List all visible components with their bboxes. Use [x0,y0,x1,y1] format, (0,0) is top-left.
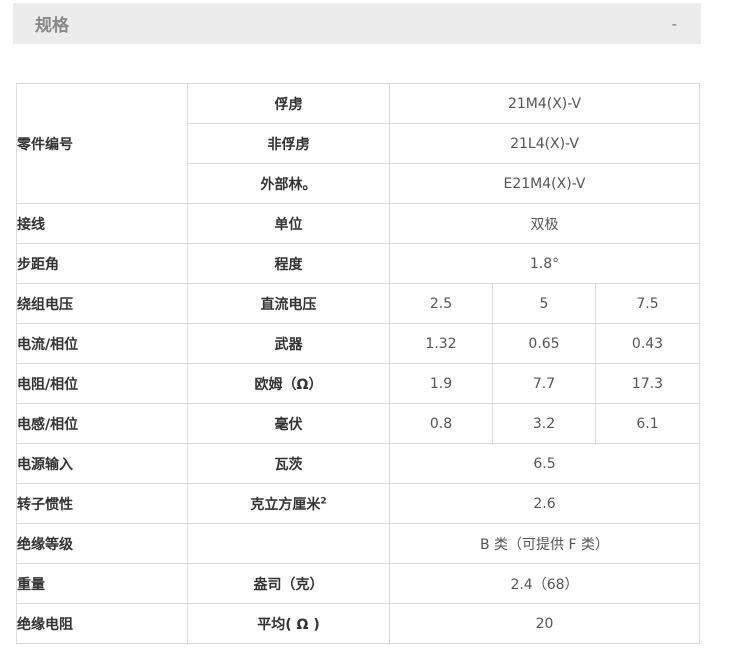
value-cell: E21M4(X)-V [388,163,701,204]
row-label-insulation-resistance: 绝缘电阻 [16,603,188,644]
table-row: 绝缘电阻 平均( Ω ) 20 [16,603,701,644]
value-cell: 2.4（68） [388,563,701,604]
unit-cell: 瓦茨 [187,443,390,484]
unit-cell: 非俘虏 [187,123,390,164]
value-cell: B 类（可提供 F 类） [388,523,701,564]
value-cell: 2.6 [388,483,701,524]
table-row: 绝缘等级 B 类（可提供 F 类） [16,523,701,564]
table-row: 电源输入 瓦茨 6.5 [16,443,701,484]
spec-section-header[interactable]: 规格 - [13,3,701,44]
table-row: 接线 单位 双极 [16,203,701,244]
value-cell: 1.8° [388,243,701,284]
value-cell: 7.7 [492,363,596,404]
value-cell: 0.65 [492,323,596,364]
value-cell: 6.5 [388,443,701,484]
table-row: 零件编号 俘虏 21M4(X)-V [16,83,701,204]
unit-cell: 直流电压 [187,283,390,324]
value-cell: 1.9 [389,363,493,404]
unit-cell: 俘虏 [187,83,390,124]
value-cell: 1.32 [389,323,493,364]
value-cell: 双极 [388,203,701,244]
value-cell: 20 [388,603,701,644]
unit-cell: 程度 [187,243,390,284]
table-row: 电感/相位 毫伏 0.8 3.2 6.1 [16,403,701,444]
value-cell: 0.43 [594,323,701,364]
value-cell: 0.8 [389,403,493,444]
row-label-weight: 重量 [16,563,188,604]
unit-cell: 平均( Ω ) [187,603,390,644]
row-label-wiring: 接线 [16,203,188,244]
row-label-current-phase: 电流/相位 [16,323,188,364]
collapse-toggle-icon[interactable]: - [672,15,677,33]
spec-table: 零件编号 俘虏 21M4(X)-V 非俘虏 21L4(X)-V 外部林。 E21… [16,83,701,644]
unit-cell: 武器 [187,323,390,364]
row-label-rotor-inertia: 转子惯性 [16,483,188,524]
unit-cell: 外部林。 [187,163,390,204]
unit-cell: 克立方厘米2 [187,483,390,524]
unit-cell [187,523,390,564]
row-label-inductance-phase: 电感/相位 [16,403,188,444]
value-cell: 21M4(X)-V [388,83,701,124]
value-cell: 3.2 [492,403,596,444]
section-title: 规格 [35,16,69,36]
unit-cell: 单位 [187,203,390,244]
table-row: 电阻/相位 欧姆（Ω） 1.9 7.7 17.3 [16,363,701,404]
unit-cell: 欧姆（Ω） [187,363,390,404]
row-label-step-angle: 步距角 [16,243,188,284]
value-cell: 21L4(X)-V [388,123,701,164]
row-label-insulation-class: 绝缘等级 [16,523,188,564]
row-label-power-input: 电源输入 [16,443,188,484]
table-row: 重量 盎司（克） 2.4（68） [16,563,701,604]
value-cell: 7.5 [594,283,701,324]
row-label-resistance-phase: 电阻/相位 [16,363,188,404]
unit-text: 克立方厘米 [250,496,321,513]
value-cell: 6.1 [594,403,701,444]
unit-superscript: 2 [320,495,327,506]
table-row: 步距角 程度 1.8° [16,243,701,284]
value-cell: 2.5 [389,283,493,324]
table-row: 绕组电压 直流电压 2.5 5 7.5 [16,283,701,324]
unit-cell: 盎司（克） [187,563,390,604]
table-row: 转子惯性 克立方厘米2 2.6 [16,483,701,524]
value-cell: 17.3 [594,363,701,404]
table-row: 电流/相位 武器 1.32 0.65 0.43 [16,323,701,364]
value-cell: 5 [492,283,596,324]
row-label-winding-voltage: 绕组电压 [16,283,188,324]
row-label-part-number: 零件编号 [16,83,188,204]
unit-cell: 毫伏 [187,403,390,444]
